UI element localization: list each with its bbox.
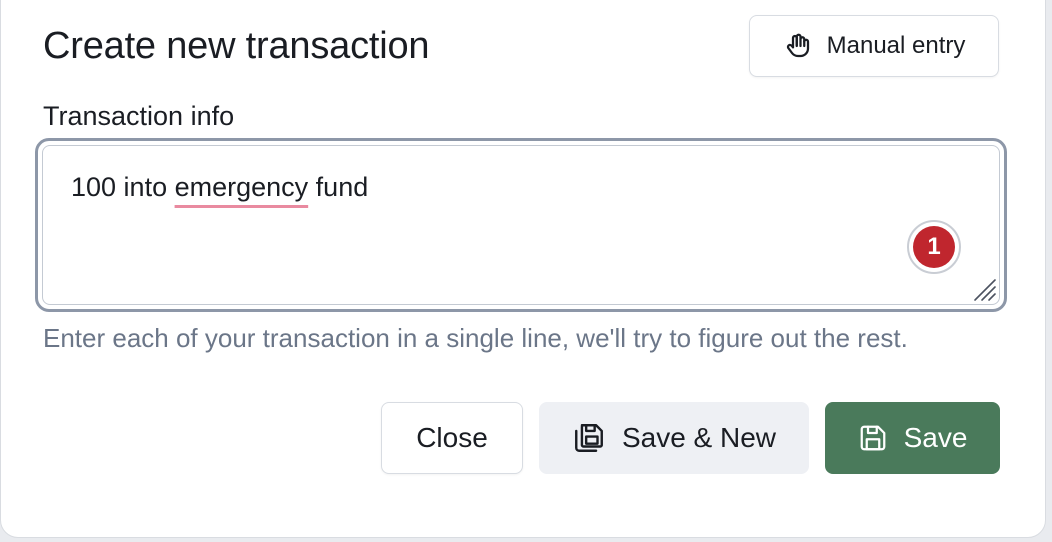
value-suffix: fund [308, 172, 369, 202]
textarea-value: 100 into emergency fund [71, 172, 368, 203]
helper-text: Enter each of your transaction in a sing… [43, 323, 908, 353]
save-button[interactable]: Save [825, 402, 1000, 474]
manual-entry-button[interactable]: Manual entry [749, 15, 999, 77]
hand-icon [783, 31, 813, 61]
transaction-info-textarea[interactable]: 100 into emergency fund 1 [42, 145, 1000, 305]
transaction-info-label: Transaction info [43, 101, 235, 131]
create-transaction-dialog: Create new transaction Manual entry Tran… [0, 0, 1046, 538]
notification-badge[interactable]: 1 [907, 220, 961, 274]
save-multiple-icon [572, 421, 606, 455]
badge-count: 1 [913, 226, 955, 268]
dialog-title: Create new transaction [43, 25, 430, 67]
save-icon [858, 423, 888, 453]
close-button[interactable]: Close [381, 402, 523, 474]
save-and-new-button[interactable]: Save & New [539, 402, 809, 474]
close-label: Close [416, 422, 488, 453]
save-and-new-label: Save & New [621, 422, 777, 453]
manual-entry-label: Manual entry [826, 32, 966, 59]
textarea-focus-ring: 100 into emergency fund 1 [35, 138, 1007, 312]
value-prefix: 100 into [71, 172, 175, 202]
resize-handle-icon[interactable] [971, 276, 997, 302]
save-label: Save [903, 422, 968, 453]
misspelled-word: emergency [174, 172, 309, 202]
